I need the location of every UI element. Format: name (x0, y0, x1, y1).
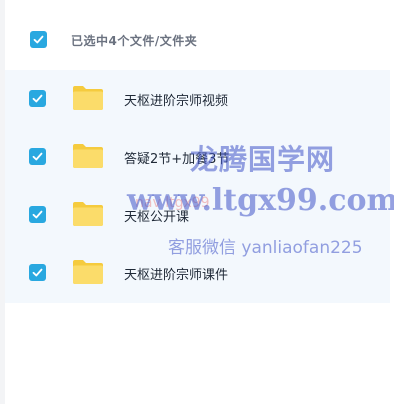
empty-area (5, 303, 394, 404)
check-icon (32, 94, 43, 103)
folder-icon (73, 144, 103, 168)
folder-icon (73, 86, 103, 110)
check-icon (32, 152, 43, 161)
file-row[interactable]: 答疑2节+加餐3节 (5, 128, 390, 186)
selection-count-label: 已选中4个文件/文件夹 (71, 34, 198, 48)
file-checkbox[interactable] (29, 264, 46, 281)
check-icon (32, 210, 43, 219)
check-icon (32, 268, 43, 277)
folder-icon (73, 202, 103, 226)
file-name[interactable]: 天枢进阶宗师视频 (124, 90, 228, 109)
file-row[interactable]: 天枢公开课 (5, 186, 390, 244)
select-all-checkbox[interactable] (30, 31, 47, 48)
file-name[interactable]: 天枢公开课 (124, 206, 189, 225)
file-row[interactable]: 天枢进阶宗师课件 (5, 244, 390, 302)
file-list: 天枢进阶宗师视频 答疑2节+加餐3节 天枢公开课 天枢进阶宗师课件 (5, 70, 390, 303)
file-name[interactable]: 天枢进阶宗师课件 (124, 264, 228, 283)
file-row[interactable]: 天枢进阶宗师视频 (5, 70, 390, 128)
check-icon (33, 35, 44, 44)
file-checkbox[interactable] (29, 90, 46, 107)
folder-icon (73, 260, 103, 284)
selection-header: 已选中4个文件/文件夹 (5, 0, 394, 70)
file-checkbox[interactable] (29, 206, 46, 223)
file-name[interactable]: 答疑2节+加餐3节 (124, 148, 229, 167)
file-checkbox[interactable] (29, 148, 46, 165)
